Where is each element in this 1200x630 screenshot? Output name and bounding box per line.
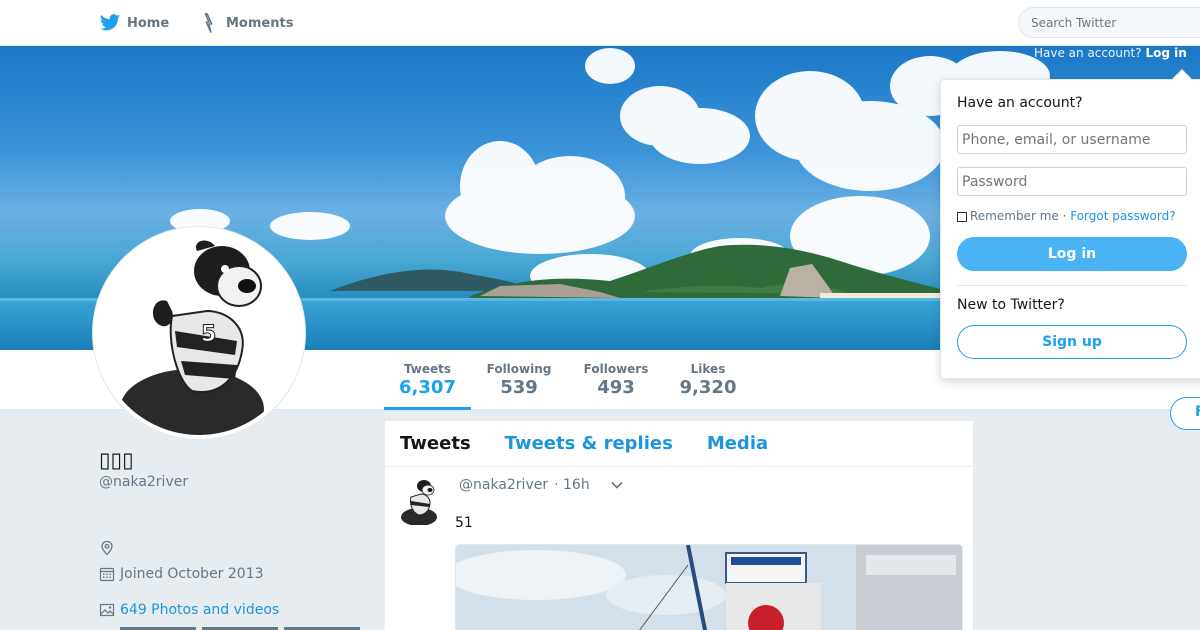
- tab-tweets[interactable]: Tweets: [400, 433, 471, 454]
- stat-label: Followers: [583, 362, 649, 376]
- tweet-media[interactable]: [455, 544, 963, 630]
- profile-handle[interactable]: @naka2river: [99, 474, 188, 490]
- login-button[interactable]: Log in: [957, 237, 1187, 271]
- tweet-avatar-image: [401, 480, 437, 526]
- remember-checkbox[interactable]: [957, 212, 967, 222]
- tweet-avatar[interactable]: [399, 477, 439, 526]
- stat-following[interactable]: Following 539: [480, 350, 558, 410]
- avatar-image: 5: [97, 231, 301, 435]
- photo-icon: [99, 603, 115, 617]
- stat-label: Following: [486, 362, 552, 376]
- new-to-twitter: New to Twitter?: [957, 297, 1065, 313]
- twitter-bird-icon: [99, 12, 121, 34]
- login-dropdown: Have an account? Remember me · Forgot pa…: [940, 69, 1200, 379]
- stat-followers[interactable]: Followers 493: [577, 350, 655, 410]
- nav-moments-label: Moments: [226, 15, 294, 31]
- chevron-down-icon[interactable]: [610, 478, 624, 492]
- password-field[interactable]: [957, 167, 1187, 196]
- remember-separator: ·: [1058, 209, 1071, 223]
- profile-name: ▯▯▯: [99, 448, 134, 472]
- divider: [957, 285, 1187, 286]
- follow-button[interactable]: F: [1170, 397, 1200, 430]
- location-row: [99, 540, 120, 556]
- signup-button[interactable]: Sign up: [957, 325, 1187, 359]
- tweet-text: 51: [455, 515, 473, 531]
- account-hint-text: Have an account?: [1034, 46, 1142, 60]
- nav-home[interactable]: Home: [99, 12, 169, 34]
- stat-value: 9,320: [679, 377, 737, 398]
- username-field[interactable]: [957, 125, 1187, 154]
- profile-avatar[interactable]: 5: [93, 227, 305, 439]
- login-toggle[interactable]: Log in: [1145, 46, 1186, 60]
- lightning-icon: [198, 12, 220, 34]
- nav-home-label: Home: [127, 15, 170, 31]
- stat-label: Likes: [690, 362, 726, 376]
- tweet-time[interactable]: · 16h: [554, 477, 590, 493]
- stat-value: 539: [500, 377, 538, 398]
- stat-value: 6,307: [399, 377, 456, 398]
- photos-row[interactable]: 649 Photos and videos: [99, 602, 279, 618]
- search-box[interactable]: [1018, 7, 1200, 38]
- svg-text:5: 5: [201, 322, 216, 347]
- tweet-header: @naka2river · 16h: [459, 477, 624, 493]
- location-pin-icon: [101, 540, 113, 556]
- tab-tweets-replies[interactable]: Tweets & replies: [505, 433, 673, 454]
- search-input[interactable]: [1031, 16, 1200, 30]
- nav-moments[interactable]: Moments: [198, 12, 293, 34]
- calendar-icon: [99, 567, 115, 582]
- forgot-password-link[interactable]: Forgot password?: [1070, 209, 1175, 223]
- stat-tweets[interactable]: Tweets 6,307: [384, 350, 471, 410]
- remember-label[interactable]: Remember me: [970, 209, 1059, 223]
- stat-value: 493: [597, 377, 635, 398]
- joined-date: Joined October 2013: [120, 566, 264, 582]
- top-nav: Home Moments: [0, 0, 1200, 46]
- login-title: Have an account?: [957, 95, 1083, 111]
- stat-likes[interactable]: Likes 9,320: [674, 350, 742, 410]
- tweet-photo: [456, 545, 962, 630]
- account-hint: Have an account? Log in: [1034, 46, 1200, 62]
- stat-label: Tweets: [403, 362, 452, 376]
- tweet-handle[interactable]: @naka2river: [459, 477, 548, 493]
- timeline: Tweets Tweets & replies Media @naka2rive…: [385, 421, 973, 630]
- remember-row: Remember me · Forgot password?: [957, 209, 1176, 223]
- tab-media[interactable]: Media: [707, 433, 768, 454]
- joined-row: Joined October 2013: [99, 566, 264, 582]
- photos-videos-link[interactable]: 649 Photos and videos: [120, 602, 279, 618]
- timeline-tabs: Tweets Tweets & replies Media: [385, 421, 973, 467]
